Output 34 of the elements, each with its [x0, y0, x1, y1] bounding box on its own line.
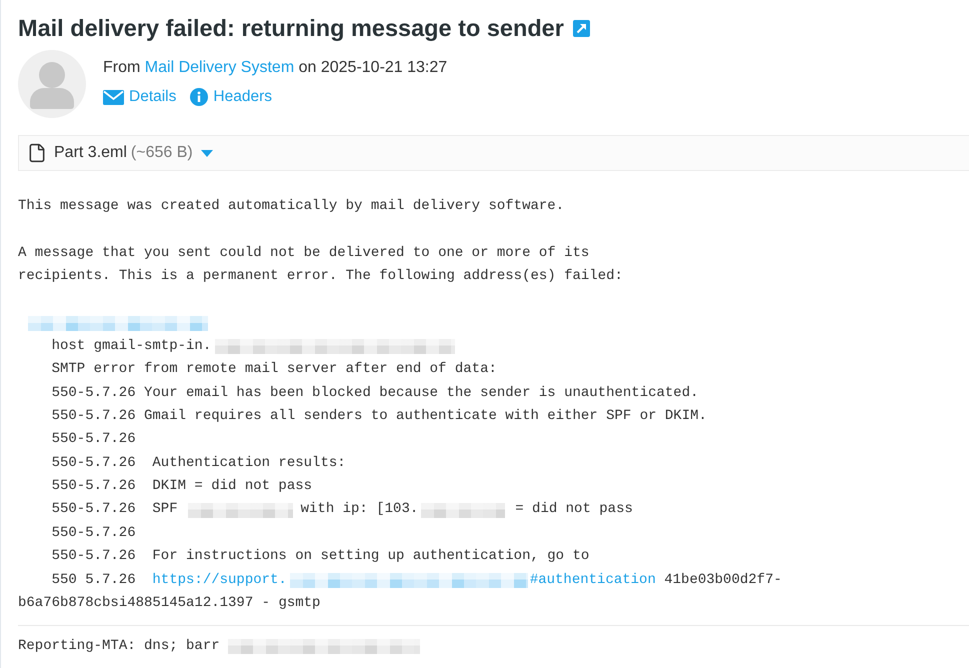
body-text: 550-5.7.26 Gmail requires all senders to authenticate with either SPF or DKIM.: [52, 407, 707, 426]
body-text: Reporting-MTA: dns; barr: [18, 637, 220, 656]
details-link[interactable]: Details: [103, 86, 176, 108]
attachment-size: (~656 B): [130, 144, 193, 162]
body-text: 550-5.7.26 Authentication results:: [52, 454, 346, 473]
attachment-name: Part 3.eml: [54, 144, 127, 162]
file-icon: [27, 143, 47, 163]
support-link[interactable]: #authentication: [530, 568, 656, 592]
body-text: 550-5.7.26: [52, 430, 136, 450]
body-text: 550-5.7.26 For instructions on setting up authentication, go to: [52, 547, 590, 566]
body-text: 550-5.7.26 DKIM = did not pass: [52, 477, 312, 496]
body-text: b6a76b878cbsi4885145a12.1397 - gsmtp: [18, 594, 320, 613]
message-title: Mail delivery failed: returning message to sender: [18, 14, 564, 43]
body-text: 550-5.7.26 Your email has been blocked because the sender is unauthenticated.: [52, 384, 698, 403]
body-text: with ip: [103.: [300, 500, 418, 520]
avatar-icon: [18, 50, 86, 118]
body-text: 550 5.7.26: [52, 570, 136, 590]
body-text: A message that you sent could not be delivered to one or more of its: [18, 244, 590, 263]
envelope-icon: [103, 90, 124, 104]
body-text: = did not pass: [515, 500, 633, 520]
body-text: SMTP error from remote mail server after end of data:: [52, 360, 497, 380]
body-text: 550-5.7.26: [52, 524, 136, 543]
body-text: 41be03b00d2f7-: [664, 570, 782, 590]
info-icon: [190, 88, 208, 106]
sender-line: From Mail Delivery System on 2025-10-21 13:27: [103, 58, 448, 78]
body-text: 550-5.7.26 SPF: [52, 500, 178, 520]
caret-down-icon[interactable]: [200, 150, 213, 156]
external-link-icon[interactable]: [572, 20, 590, 36]
sender-link[interactable]: Mail Delivery System: [144, 59, 294, 76]
body-text: host gmail-smtp-in.: [52, 337, 212, 356]
body-text: This message was created automatically by mail delivery software.: [18, 197, 564, 216]
body-text: recipients. This is a permanent error. The following address(es) failed:: [18, 267, 623, 286]
headers-link[interactable]: Headers: [190, 86, 272, 108]
support-link[interactable]: https://support.: [152, 568, 287, 592]
